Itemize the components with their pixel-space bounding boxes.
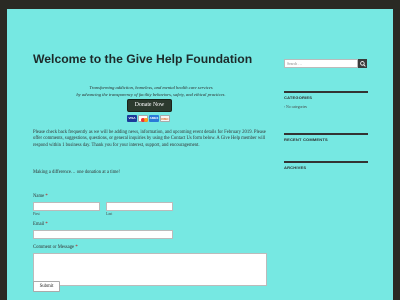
first-sublabel: First: [33, 212, 40, 216]
tagline-line-2: by advancing the transparency of facilit…: [76, 91, 226, 97]
making-difference-text: Making a difference… one donation at a t…: [33, 170, 120, 175]
email-input[interactable]: [33, 230, 173, 239]
last-sublabel: Last: [106, 212, 113, 216]
submit-button[interactable]: Submit: [33, 281, 60, 292]
email-label: Email *: [33, 222, 48, 227]
page-content: Welcome to the Give Help Foundation Tran…: [7, 9, 393, 300]
required-mark: *: [45, 194, 48, 199]
discover-card-icon: DISC: [160, 115, 170, 122]
donate-now-button[interactable]: Donate Now: [127, 99, 172, 112]
last-name-input[interactable]: [106, 202, 173, 211]
required-mark: *: [45, 222, 48, 227]
recent-comments-title: RECENT COMMENTS: [284, 137, 328, 142]
required-mark: *: [75, 245, 78, 250]
intro-paragraph: Please check back frequently as we will …: [33, 130, 266, 148]
amex-card-icon: AMEX: [149, 115, 159, 122]
search-icon: [359, 60, 366, 67]
mastercard-icon: [138, 115, 148, 122]
message-label: Comment or Message *: [33, 245, 78, 250]
widget-divider: [284, 91, 368, 93]
name-label: Name *: [33, 194, 48, 199]
widget-divider: [284, 133, 368, 135]
payment-cards: VISA AMEX DISC: [127, 115, 170, 123]
archives-title: ARCHIVES: [284, 165, 307, 170]
tagline: Transforming addiction, homeless, and me…: [33, 85, 269, 98]
categories-empty-item: • No categories: [284, 105, 307, 109]
visa-card-icon: VISA: [127, 115, 137, 122]
search-input[interactable]: Search …: [284, 59, 358, 68]
search-button[interactable]: [358, 59, 367, 68]
message-textarea[interactable]: [33, 253, 267, 286]
widget-divider: [284, 161, 368, 163]
categories-title: CATEGORIES: [284, 95, 313, 100]
page-title: Welcome to the Give Help Foundation: [33, 52, 253, 66]
first-name-input[interactable]: [33, 202, 100, 211]
